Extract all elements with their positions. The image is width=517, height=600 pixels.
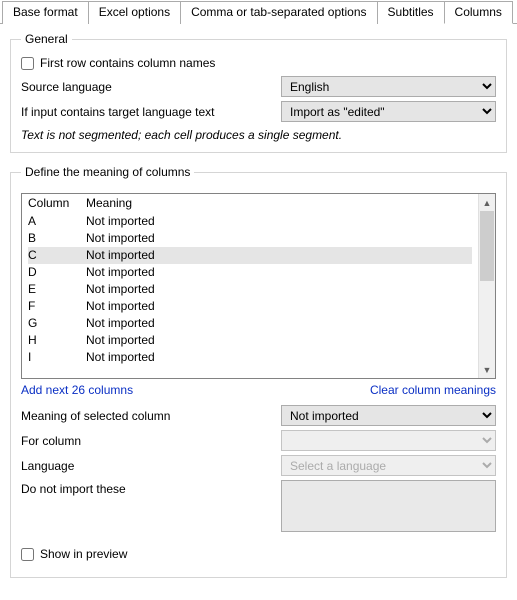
source-language-select[interactable]: English [281,76,496,97]
table-row[interactable]: ANot imported [28,213,472,230]
row-meaning: Not imported [86,213,472,230]
meaning-select[interactable]: Not imported [281,405,496,426]
add-columns-link[interactable]: Add next 26 columns [21,383,133,397]
for-column-label: For column [21,434,281,448]
do-not-import-textarea[interactable] [281,480,496,532]
columns-legend: Define the meaning of columns [21,165,194,179]
meaning-label: Meaning of selected column [21,409,281,423]
table-row[interactable]: HNot imported [28,332,472,349]
table-row[interactable]: GNot imported [28,315,472,332]
show-in-preview-label: Show in preview [40,547,127,561]
table-row[interactable]: INot imported [28,349,472,366]
row-column: C [28,247,86,264]
table-scrollbar[interactable]: ▲ ▼ [478,194,495,378]
segment-note: Text is not segmented; each cell produce… [21,128,496,142]
columns-header-column: Column [28,196,86,210]
do-not-import-label: Do not import these [21,480,281,496]
row-meaning: Not imported [86,230,472,247]
table-row[interactable]: ENot imported [28,281,472,298]
clear-meanings-link[interactable]: Clear column meanings [370,383,496,397]
language-select[interactable]: Select a language [281,455,496,476]
scroll-up-icon[interactable]: ▲ [479,194,495,211]
row-column: H [28,332,86,349]
row-column: B [28,230,86,247]
table-row[interactable]: BNot imported [28,230,472,247]
first-row-label: First row contains column names [40,56,215,70]
target-text-select[interactable]: Import as "edited" [281,101,496,122]
table-row[interactable]: DNot imported [28,264,472,281]
columns-group: Define the meaning of columns Column Mea… [10,165,507,578]
tab-base-format[interactable]: Base format [2,1,89,24]
row-meaning: Not imported [86,349,472,366]
row-column: I [28,349,86,366]
row-column: E [28,281,86,298]
show-in-preview-checkbox[interactable] [21,548,34,561]
row-meaning: Not imported [86,298,472,315]
row-meaning: Not imported [86,315,472,332]
row-column: A [28,213,86,230]
columns-header-meaning: Meaning [86,196,472,210]
for-column-select[interactable] [281,430,496,451]
first-row-checkbox[interactable] [21,57,34,70]
columns-panel: General First row contains column names … [0,24,517,600]
table-row[interactable]: FNot imported [28,298,472,315]
tab-bar: Base format Excel options Comma or tab-s… [0,0,517,24]
tab-csv-options[interactable]: Comma or tab-separated options [180,1,377,24]
tab-excel-options[interactable]: Excel options [88,1,181,24]
target-text-label: If input contains target language text [21,105,281,119]
row-meaning: Not imported [86,281,472,298]
general-group: General First row contains column names … [10,32,507,153]
row-column: F [28,298,86,315]
columns-table: Column Meaning ANot importedBNot importe… [21,193,496,379]
row-column: G [28,315,86,332]
scroll-thumb[interactable] [480,211,494,281]
general-legend: General [21,32,72,46]
scroll-down-icon[interactable]: ▼ [479,361,495,378]
row-meaning: Not imported [86,247,472,264]
row-meaning: Not imported [86,264,472,281]
source-language-label: Source language [21,80,281,94]
language-label: Language [21,459,281,473]
table-row[interactable]: CNot imported [28,247,472,264]
row-column: D [28,264,86,281]
tab-columns[interactable]: Columns [444,1,513,24]
row-meaning: Not imported [86,332,472,349]
tab-subtitles[interactable]: Subtitles [377,1,445,24]
